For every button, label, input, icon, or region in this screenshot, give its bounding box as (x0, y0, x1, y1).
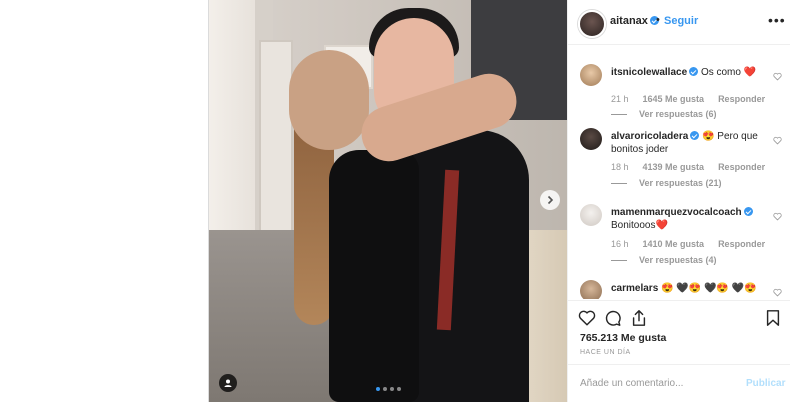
avatar[interactable] (580, 204, 602, 226)
comment-likes[interactable]: 1410 Me gusta (643, 239, 705, 249)
reply-button[interactable]: Responder (718, 94, 765, 104)
view-replies-button[interactable]: Ver respuestas (21) (611, 178, 722, 188)
view-replies-label[interactable]: Ver respuestas (6) (639, 109, 717, 119)
publish-button[interactable]: Publicar (746, 378, 785, 389)
reply-button[interactable]: Responder (718, 239, 765, 249)
comment-username[interactable]: mamenmarquezvocalcoach (611, 207, 742, 218)
carousel-dot (383, 387, 387, 391)
view-replies-label[interactable]: Ver respuestas (4) (639, 255, 717, 265)
comment-meta: 18 h 4139 Me gusta Responder (611, 162, 765, 172)
view-replies-button[interactable]: Ver respuestas (6) (611, 109, 717, 119)
user-icon (224, 379, 232, 387)
likes-count[interactable]: 765.213 Me gusta (580, 332, 666, 344)
comment-text: carmelars 😍 🖤😍 🖤😍 🖤😍 (611, 282, 761, 295)
bookmark-icon[interactable] (764, 309, 782, 327)
photo-woman-body (329, 150, 419, 402)
divider-line (611, 113, 627, 115)
view-replies-button[interactable]: Ver respuestas (4) (611, 255, 717, 265)
post-author-name[interactable]: aitanax (610, 15, 648, 27)
post-side-panel: aitanax • Seguir ••• itsnicolewallace Os… (567, 0, 790, 402)
comment-time[interactable]: 18 h (611, 162, 629, 172)
post-media[interactable] (209, 0, 567, 402)
comment-likes[interactable]: 4139 Me gusta (643, 162, 705, 172)
carousel-next-button[interactable] (540, 190, 560, 210)
comment-username[interactable]: carmelars (611, 283, 658, 294)
carousel-dot (376, 387, 380, 391)
tagged-users-button[interactable] (219, 374, 237, 392)
comment-composer: Publicar (568, 364, 790, 403)
comment-username[interactable]: alvaroricoladera (611, 131, 688, 142)
action-bar: 765.213 Me gusta Hace un día (568, 300, 790, 371)
post-container: aitanax • Seguir ••• itsnicolewallace Os… (208, 0, 790, 402)
carousel-indicator (376, 387, 401, 391)
verified-icon (743, 207, 753, 216)
comment-time[interactable]: 21 h (611, 94, 629, 104)
divider-line (611, 259, 627, 261)
comment-meta: 21 h 1645 Me gusta Responder (611, 94, 765, 104)
post-author[interactable]: aitanax (610, 15, 659, 27)
carousel-dot (390, 387, 394, 391)
post-time[interactable]: Hace un día (580, 349, 631, 356)
comment-body: Os como ❤️ (700, 67, 757, 78)
more-options-icon[interactable]: ••• (768, 12, 786, 28)
heart-icon[interactable] (773, 72, 782, 81)
photo-woman-head (289, 50, 369, 150)
reply-button[interactable]: Responder (718, 162, 765, 172)
comment-input[interactable] (578, 377, 742, 390)
comment-icon[interactable] (604, 309, 622, 327)
comment-time[interactable]: 16 h (611, 239, 629, 249)
avatar[interactable] (580, 64, 602, 86)
like-heart-icon[interactable] (578, 309, 596, 327)
heart-icon[interactable] (773, 212, 782, 221)
follow-button[interactable]: Seguir (664, 15, 698, 27)
comments-list[interactable]: itsnicolewallace Os como ❤️ 21 h 1645 Me… (568, 56, 790, 299)
comment-username[interactable]: itsnicolewallace (611, 67, 687, 78)
divider-line (611, 182, 627, 184)
view-replies-label[interactable]: Ver respuestas (21) (639, 178, 722, 188)
comment-body: Bonitooos❤️ (611, 220, 668, 231)
comment-text: alvaroricoladera 😍 Pero que bonitos jode… (611, 130, 761, 156)
comment-body: 😍 🖤😍 🖤😍 🖤😍 (661, 283, 757, 294)
comment-text: itsnicolewallace Os como ❤️ (611, 66, 761, 79)
comment-text: mamenmarquezvocalcoach Bonitooos❤️ (611, 206, 761, 232)
avatar[interactable] (580, 128, 602, 150)
share-icon[interactable] (630, 309, 648, 327)
heart-icon[interactable] (773, 288, 782, 297)
chevron-right-icon (547, 195, 554, 205)
avatar[interactable] (580, 280, 602, 299)
heart-icon[interactable] (773, 136, 782, 145)
verified-icon (690, 131, 700, 140)
comment-likes[interactable]: 1645 Me gusta (643, 94, 705, 104)
avatar[interactable] (578, 10, 606, 38)
comment-meta: 16 h 1410 Me gusta Responder (611, 239, 765, 249)
carousel-dot (397, 387, 401, 391)
header-separator: • (656, 14, 660, 26)
verified-icon (689, 67, 699, 76)
post-header: aitanax • Seguir ••• (568, 0, 790, 45)
